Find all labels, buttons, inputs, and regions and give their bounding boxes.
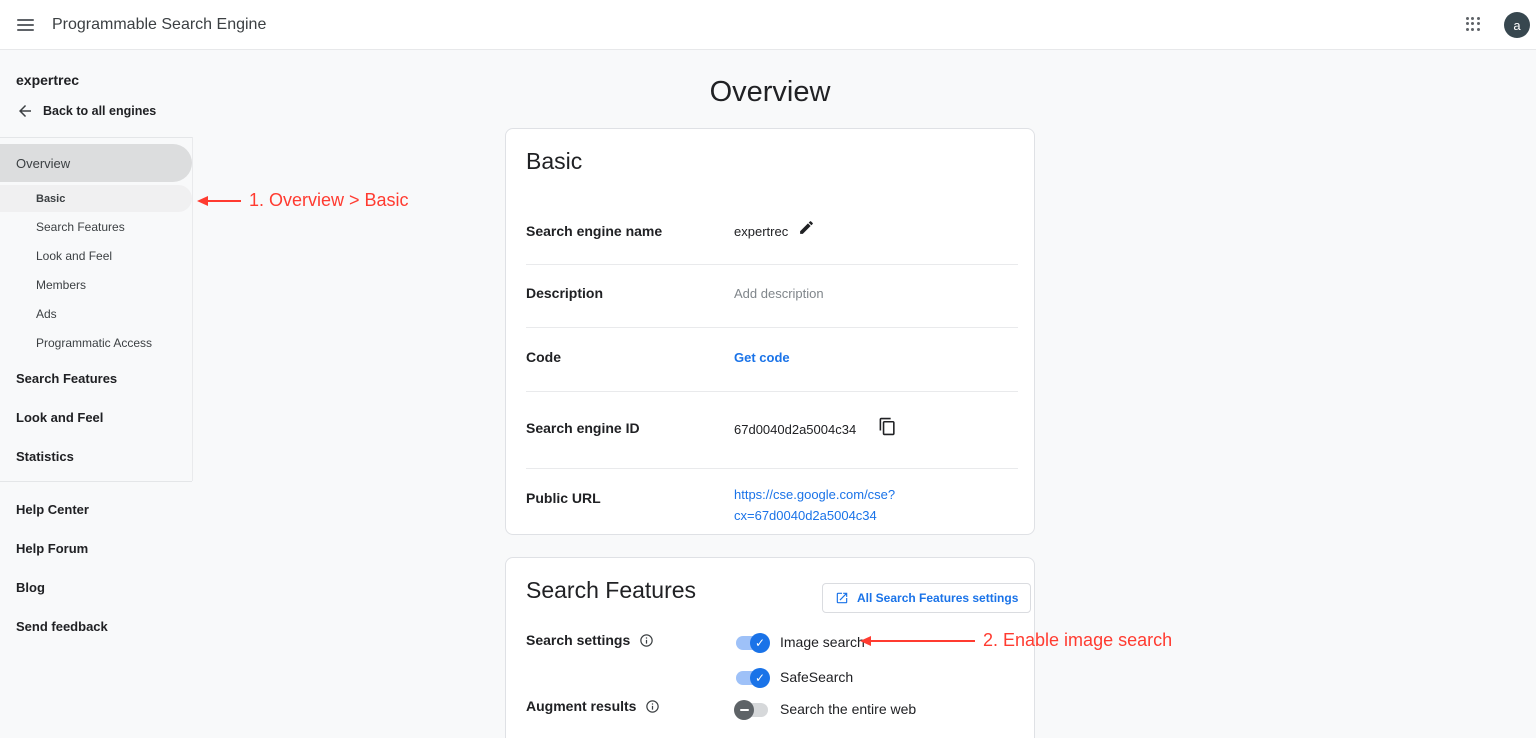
back-to-all-engines-link[interactable]: Back to all engines [16, 102, 156, 120]
description-label: Description [526, 285, 603, 301]
back-arrow-icon [16, 102, 34, 120]
menu-icon[interactable] [17, 19, 34, 31]
sidebar-item-look-and-feel[interactable]: Look and Feel [16, 410, 103, 425]
annotation-step2: 2. Enable image search [860, 630, 1172, 651]
avatar[interactable]: a [1504, 12, 1530, 38]
image-search-toggle[interactable]: ✓ [736, 636, 768, 650]
basic-card-title: Basic [526, 148, 582, 175]
row-divider [526, 264, 1018, 265]
safesearch-toggle[interactable]: ✓ [736, 671, 768, 685]
page-title: Overview [505, 76, 1035, 109]
sidebar-item-blog[interactable]: Blog [16, 580, 45, 595]
info-icon[interactable] [639, 633, 654, 648]
sidebar-item-help-forum[interactable]: Help Forum [16, 541, 88, 556]
edit-pencil-icon[interactable] [798, 219, 815, 236]
sidebar-subitem-basic[interactable]: Basic [0, 185, 192, 212]
sidebar-subitem-ads[interactable]: Ads [36, 307, 57, 321]
toggle-knob [734, 700, 754, 720]
back-label: Back to all engines [43, 104, 156, 118]
settings-button-label: All Search Features settings [857, 591, 1018, 605]
sidebar-item-statistics[interactable]: Statistics [16, 449, 74, 464]
public-url-link[interactable]: https://cse.google.com/cse? cx=67d0040d2a… [734, 484, 895, 526]
search-settings-text: Search settings [526, 632, 630, 648]
public-url-line1: https://cse.google.com/cse? [734, 487, 895, 502]
arrow-left-icon [860, 636, 871, 646]
app-title: Programmable Search Engine [52, 16, 266, 34]
search-engine-name-value: expertrec [734, 224, 788, 239]
check-icon: ✓ [755, 672, 765, 684]
search-entire-web-toggle[interactable] [736, 703, 768, 717]
engine-name: expertrec [16, 72, 79, 88]
sidebar-subitem-search-features[interactable]: Search Features [36, 220, 125, 234]
topbar: Programmable Search Engine a [0, 0, 1536, 50]
toggle-knob: ✓ [750, 668, 770, 688]
arrow-line [871, 640, 975, 642]
sidebar-item-search-features[interactable]: Search Features [16, 371, 117, 386]
image-search-label: Image search [780, 634, 865, 650]
safesearch-label: SafeSearch [780, 669, 853, 685]
sidebar-divider-bottom [0, 481, 192, 482]
sidebar-vertical-divider [192, 137, 193, 481]
sidebar: expertrec Back to all engines Overview B… [0, 50, 193, 738]
apps-grid-icon[interactable] [1466, 17, 1482, 33]
public-url-label: Public URL [526, 490, 601, 506]
annotation-step1: 1. Overview > Basic [197, 190, 409, 211]
augment-results-text: Augment results [526, 698, 636, 714]
search-entire-web-label: Search the entire web [780, 701, 916, 717]
search-engine-id-value: 67d0040d2a5004c34 [734, 422, 856, 437]
sidebar-item-send-feedback[interactable]: Send feedback [16, 619, 108, 634]
annotation-step1-text: 1. Overview > Basic [249, 190, 409, 211]
public-url-line2: cx=67d0040d2a5004c34 [734, 508, 877, 523]
toggle-knob: ✓ [750, 633, 770, 653]
sidebar-item-overview[interactable]: Overview [0, 144, 192, 182]
sidebar-subitem-programmatic-access[interactable]: Programmatic Access [36, 336, 152, 350]
row-divider [526, 468, 1018, 469]
search-engine-id-label: Search engine ID [526, 420, 640, 436]
description-placeholder[interactable]: Add description [734, 286, 824, 301]
row-divider [526, 327, 1018, 328]
code-label: Code [526, 349, 561, 365]
sidebar-item-label: Overview [16, 156, 70, 171]
all-search-features-settings-button[interactable]: All Search Features settings [822, 583, 1031, 613]
search-settings-label: Search settings [526, 632, 654, 648]
search-features-card-title: Search Features [526, 577, 696, 604]
open-in-new-icon [835, 591, 849, 605]
get-code-link[interactable]: Get code [734, 350, 790, 365]
copy-icon[interactable] [878, 417, 897, 436]
check-icon: ✓ [755, 637, 765, 649]
info-icon[interactable] [645, 699, 660, 714]
row-divider [526, 391, 1018, 392]
sidebar-subitem-label: Basic [36, 193, 65, 205]
arrow-line [208, 200, 241, 202]
annotation-step2-text: 2. Enable image search [983, 630, 1172, 651]
minus-icon [740, 709, 749, 711]
arrow-left-icon [197, 196, 208, 206]
sidebar-item-help-center[interactable]: Help Center [16, 502, 89, 517]
basic-card: Basic Search engine name expertrec Descr… [505, 128, 1035, 535]
app-window: Programmable Search Engine a expertrec B… [0, 0, 1536, 738]
augment-results-label: Augment results [526, 698, 660, 714]
search-engine-name-label: Search engine name [526, 223, 662, 239]
sidebar-subitem-look-and-feel[interactable]: Look and Feel [36, 249, 112, 263]
sidebar-divider-top [0, 137, 192, 138]
sidebar-subitem-members[interactable]: Members [36, 278, 86, 292]
